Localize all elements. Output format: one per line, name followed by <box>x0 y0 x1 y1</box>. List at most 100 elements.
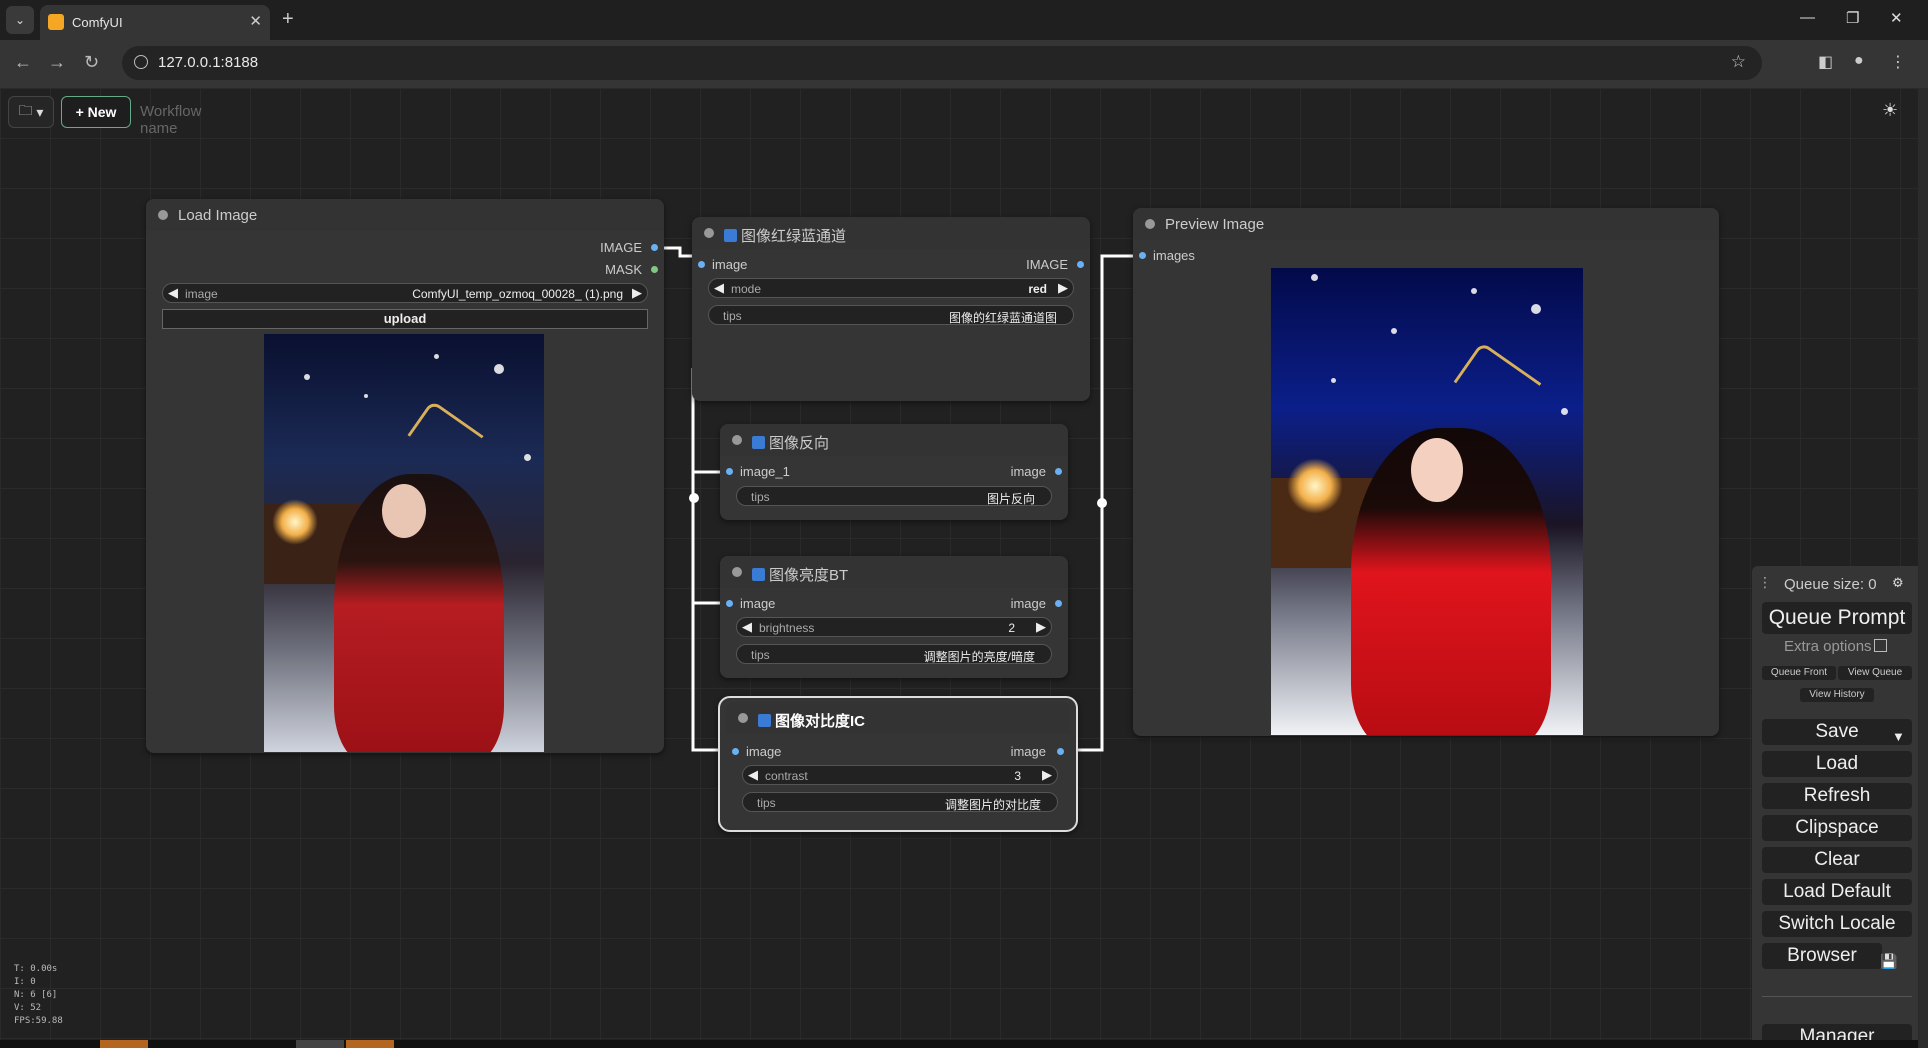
contrast-node[interactable]: 图像对比度IC image image ◀ contrast 3 ▶ tips … <box>718 696 1078 832</box>
brightness-widget[interactable]: ◀ brightness 2 ▶ <box>736 617 1052 637</box>
load-button[interactable]: Load <box>1762 751 1912 777</box>
collapse-dot-icon[interactable] <box>1145 219 1155 229</box>
brightness-node[interactable]: 图像亮度BT image image ◀ brightness 2 ▶ tips… <box>720 556 1068 678</box>
invert-node[interactable]: 图像反向 image_1 image tips 图片反向 <box>720 424 1068 520</box>
browser-button[interactable]: Browser <box>1762 943 1882 969</box>
tips-label: tips <box>751 490 770 504</box>
switch-locale-button[interactable]: Switch Locale <box>1762 911 1912 937</box>
output-mask-slot[interactable] <box>651 266 658 273</box>
drag-handle-icon[interactable]: ⋮ <box>1758 574 1772 591</box>
output-image-slot[interactable] <box>1077 261 1084 268</box>
clipspace-button[interactable]: Clipspace <box>1762 815 1912 841</box>
stat-v: V: 52 <box>14 1003 42 1013</box>
queue-front-button[interactable]: Queue Front <box>1762 666 1836 680</box>
output-image-label: IMAGE <box>600 240 642 255</box>
antler-shape <box>1453 341 1542 424</box>
input-image-slot[interactable] <box>726 468 733 475</box>
increment-arrow-icon[interactable]: ▶ <box>1042 767 1052 783</box>
invert-title: 图像反向 <box>752 432 829 453</box>
next-arrow-icon[interactable]: ▶ <box>632 285 642 301</box>
save-dropdown-arrow-icon[interactable]: ▼ <box>1892 729 1905 744</box>
brightness-title: 图像亮度BT <box>752 564 848 585</box>
tips-value: 图像的红绿蓝通道图 <box>948 311 1057 325</box>
load-default-button[interactable]: Load Default <box>1762 879 1912 905</box>
tips-value: 调整图片的对比度 <box>944 798 1041 812</box>
girl-face <box>382 484 426 538</box>
input-image-slot[interactable] <box>732 748 739 755</box>
collapse-dot-icon[interactable] <box>704 228 714 238</box>
bottom-strip <box>0 1040 1918 1048</box>
reroute-dot-right <box>1097 498 1107 508</box>
output-image-slot[interactable] <box>1055 468 1062 475</box>
output-image-slot[interactable] <box>1057 748 1064 755</box>
queue-prompt-button[interactable]: Queue Prompt <box>1762 602 1912 634</box>
contrast-title: 图像对比度IC <box>758 710 865 731</box>
stat-i: I: 0 <box>14 977 36 987</box>
preview-image-node[interactable]: Preview Image images <box>1133 208 1719 736</box>
output-image-slot[interactable] <box>651 244 658 251</box>
contrast-title-bar[interactable]: 图像对比度IC <box>726 702 1070 734</box>
output-image-label: image <box>1010 596 1046 611</box>
node-badge-icon <box>752 436 765 449</box>
snowflake <box>1561 408 1568 415</box>
brightness-title-bar[interactable]: 图像亮度BT <box>720 556 1068 588</box>
output-image-slot[interactable] <box>1055 600 1062 607</box>
tips-widget[interactable]: tips 图片反向 <box>736 486 1052 506</box>
queue-settings-gear-icon[interactable]: ⚙ <box>1892 575 1904 591</box>
increment-arrow-icon[interactable]: ▶ <box>1036 619 1046 635</box>
upload-button[interactable]: upload <box>162 309 648 329</box>
input-image-label: image <box>746 744 782 759</box>
save-button[interactable]: Save <box>1762 719 1912 745</box>
view-history-button[interactable]: View History <box>1800 688 1874 702</box>
decrement-arrow-icon[interactable]: ◀ <box>748 767 758 783</box>
decrement-arrow-icon[interactable]: ◀ <box>742 619 752 635</box>
input-image-slot[interactable] <box>726 600 733 607</box>
mode-label: mode <box>731 282 762 296</box>
prev-arrow-icon[interactable]: ◀ <box>714 280 724 296</box>
load-image-title: Load Image <box>178 207 258 224</box>
invert-title-bar[interactable]: 图像反向 <box>720 424 1068 456</box>
invert-title-text: 图像反向 <box>769 435 830 452</box>
snowflake <box>1331 378 1336 383</box>
input-images-slot[interactable] <box>1139 252 1146 259</box>
image-widget-label: image <box>185 287 218 301</box>
input-image-slot[interactable] <box>698 261 705 268</box>
queue-size-label: Queue size: 0 <box>1784 576 1877 593</box>
extra-options-checkbox[interactable] <box>1873 639 1887 652</box>
view-queue-button[interactable]: View Queue <box>1838 666 1912 680</box>
prev-arrow-icon[interactable]: ◀ <box>168 285 178 301</box>
collapse-dot-icon[interactable] <box>738 713 748 723</box>
extra-options-toggle[interactable]: Extra options <box>1784 638 1887 655</box>
collapse-dot-icon[interactable] <box>158 210 168 220</box>
tips-widget[interactable]: tips 调整图片的对比度 <box>742 792 1058 812</box>
rgb-channel-node[interactable]: 图像红绿蓝通道 image IMAGE ◀ mode red ▶ tips 图像… <box>692 217 1090 401</box>
refresh-button[interactable]: Refresh <box>1762 783 1912 809</box>
collapse-dot-icon[interactable] <box>732 435 742 445</box>
tips-widget[interactable]: tips 图像的红绿蓝通道图 <box>708 305 1074 325</box>
mode-widget[interactable]: ◀ mode red ▶ <box>708 278 1074 298</box>
collapse-dot-icon[interactable] <box>732 567 742 577</box>
tips-widget[interactable]: tips 调整图片的亮度/暗度 <box>736 644 1052 664</box>
loaded-image-preview <box>264 334 544 752</box>
preview-title-bar[interactable]: Preview Image <box>1133 208 1719 240</box>
output-image-label: image <box>1010 464 1046 479</box>
tips-value: 调整图片的亮度/暗度 <box>923 650 1035 664</box>
rgb-channel-title-bar[interactable]: 图像红绿蓝通道 <box>692 217 1090 249</box>
taskbar-segment <box>346 1040 394 1048</box>
tips-label: tips <box>757 796 776 810</box>
load-image-title-bar[interactable]: Load Image <box>146 199 664 231</box>
load-image-node[interactable]: Load Image IMAGE MASK ◀ image ComfyUI_te… <box>146 199 664 753</box>
input-images-label: images <box>1153 248 1195 263</box>
output-image-label: image <box>1010 744 1046 759</box>
tips-label: tips <box>723 309 742 323</box>
output-image-label: IMAGE <box>1026 257 1068 272</box>
sparkler-light <box>1287 458 1343 514</box>
tips-label: tips <box>751 648 770 662</box>
contrast-widget[interactable]: ◀ contrast 3 ▶ <box>742 765 1058 785</box>
clear-button[interactable]: Clear <box>1762 847 1912 873</box>
image-select-widget[interactable]: ◀ image ComfyUI_temp_ozmoq_00028_ (1).pn… <box>162 283 648 303</box>
next-arrow-icon[interactable]: ▶ <box>1058 280 1068 296</box>
input-image1-label: image_1 <box>740 464 790 479</box>
stat-nodes: N: 6 [6] <box>14 990 58 1000</box>
snowflake <box>1391 328 1397 334</box>
